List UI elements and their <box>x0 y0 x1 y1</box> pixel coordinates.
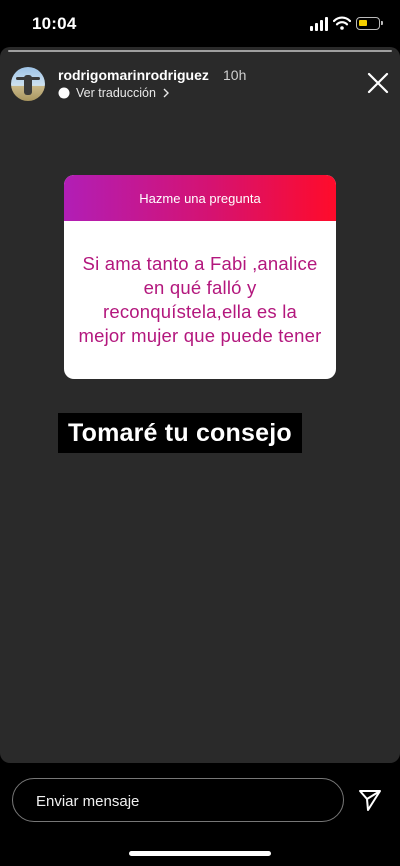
question-sticker-text: Si ama tanto a Fabi ,analice en qué fall… <box>78 253 322 346</box>
message-field[interactable] <box>12 778 344 823</box>
story-progress-bar <box>8 50 392 52</box>
story-username[interactable]: rodrigomarinrodriguez <box>58 67 209 83</box>
avatar[interactable] <box>11 67 45 101</box>
close-icon[interactable] <box>366 71 390 95</box>
story-time-ago: 10h <box>223 67 247 83</box>
chevron-right-icon <box>163 88 169 98</box>
translate-link[interactable]: Ver traducción <box>58 84 170 102</box>
translate-bubble-icon <box>58 87 70 99</box>
home-indicator[interactable] <box>129 851 271 856</box>
battery-low-icon <box>356 17 383 30</box>
status-time: 10:04 <box>32 14 77 33</box>
wifi-icon <box>333 16 351 30</box>
message-input[interactable] <box>34 779 328 823</box>
story-view[interactable]: rodrigomarinrodriguez 10h Ver traducción… <box>0 47 400 763</box>
translate-label: Ver traducción <box>76 86 156 100</box>
send-paper-plane-icon[interactable] <box>357 787 383 813</box>
question-sticker-header: Hazme una pregunta <box>64 175 336 221</box>
cellular-signal-icon <box>310 17 328 31</box>
status-bar: 10:04 <box>0 0 400 50</box>
question-sticker[interactable]: Hazme una pregunta Si ama tanto a Fabi ,… <box>64 175 336 379</box>
reply-text: Tomaré tu consejo <box>58 413 302 453</box>
